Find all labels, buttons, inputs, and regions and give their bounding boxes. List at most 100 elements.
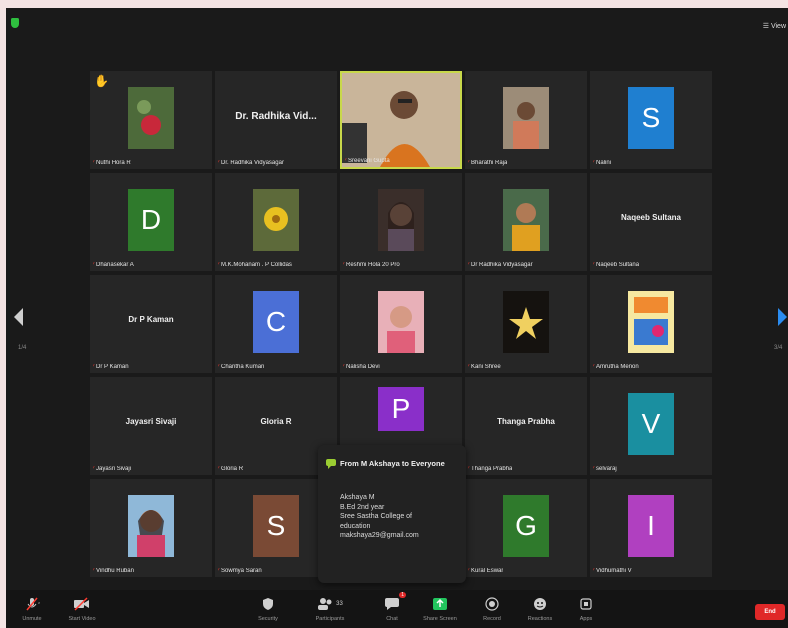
participant-tile[interactable]: ✋ ⁄ Nuthi Hora R — [90, 71, 212, 169]
mic-muted-icon: ⁄ — [343, 262, 345, 268]
mic-muted-icon: ⁄ — [593, 160, 595, 166]
participant-display-name: Dr. Radhika Vid... — [235, 111, 317, 122]
mic-muted-icon: ⁄ — [593, 364, 595, 370]
mic-muted-icon: ⁄ — [93, 160, 95, 166]
svg-text:^: ^ — [38, 602, 40, 608]
reactions-button[interactable]: Reactions — [518, 594, 562, 622]
participant-tile[interactable]: ⁄ Reshmi Hola 20 Pro — [340, 173, 462, 271]
participant-avatar-initial: G — [503, 495, 549, 557]
end-meeting-button[interactable]: End — [755, 604, 785, 620]
participant-avatar-initial: P — [378, 387, 424, 431]
participant-avatar-initial: D — [128, 189, 174, 251]
record-button[interactable]: Record — [470, 594, 514, 622]
participant-tile[interactable]: ⁄ Kani Shree — [465, 275, 587, 373]
participants-icon — [318, 598, 332, 610]
next-page-arrow-icon[interactable] — [778, 308, 787, 326]
participant-name: ⁄ Nuthi Hora R — [93, 160, 131, 166]
share-screen-button[interactable]: Share Screen — [418, 594, 462, 622]
mic-muted-icon: ⁄ — [468, 364, 470, 370]
shield-icon — [263, 598, 273, 610]
participant-tile[interactable]: I ⁄ Vidhumathi V — [590, 479, 712, 577]
mic-muted-icon: ⁄ — [218, 466, 220, 472]
participant-tile[interactable]: Dr. Radhika Vid... ⁄ Dr. Radhika Vidyasag… — [215, 71, 337, 169]
participant-name: ⁄ Nalisha Devi — [343, 364, 380, 370]
chat-bubble-icon — [326, 459, 336, 469]
participant-display-name: Gloria R — [260, 417, 292, 426]
participant-tile[interactable]: G ⁄ Kural Eswar — [465, 479, 587, 577]
chat-line: makshaya29@gmail.com — [340, 532, 419, 539]
reactions-icon — [534, 598, 546, 610]
participant-photo — [378, 291, 424, 353]
mic-muted-icon: ⁄ — [343, 364, 345, 370]
record-icon — [485, 597, 499, 611]
participant-tile[interactable]: Dr P Kaman ⁄ Dr P Kaman — [90, 275, 212, 373]
page-indicator-left: 1/4 — [18, 345, 27, 351]
start-video-button[interactable]: Start Video — [60, 594, 104, 622]
apps-icon — [580, 598, 592, 610]
toolbar-label: Share Screen — [423, 616, 457, 622]
participant-name: ⁄ Kural Eswar — [468, 568, 504, 574]
chat-line: education — [340, 522, 371, 530]
apps-button[interactable]: Apps — [564, 594, 608, 622]
participant-name: ⁄ Bharathi Raja — [468, 160, 508, 166]
view-button[interactable]: ☰ View — [763, 22, 786, 30]
meeting-toolbar: ^ Unmute Start Video Security 33 Partici… — [6, 590, 788, 628]
mic-muted-icon: ⁄ — [468, 262, 470, 268]
top-bar: ☰ View — [6, 8, 788, 38]
page-indicator-right: 3/4 — [774, 345, 783, 351]
participant-tile[interactable]: Thanga Prabha ⁄ Thanga Prabha — [465, 377, 587, 475]
participant-tile[interactable]: ⁄ Bharathi Raja — [465, 71, 587, 169]
encryption-shield-icon[interactable] — [11, 18, 19, 28]
unmute-button[interactable]: ^ Unmute — [10, 594, 54, 622]
toolbar-label: Record — [483, 616, 501, 622]
chat-badge: 1 — [399, 592, 406, 598]
participant-name: ⁄ Dr. Radhika Vidyasagar — [218, 160, 284, 166]
mic-muted-icon: ⁄ — [468, 466, 470, 472]
participant-name: ⁄ Dr P Kaman — [93, 364, 129, 370]
participant-tile[interactable]: Naqeeb Sultana ⁄ Naqeeb Sultana — [590, 173, 712, 271]
participant-name: ⁄ Sowmya Saran — [218, 568, 262, 574]
mic-muted-icon: ⁄ — [218, 364, 220, 370]
chat-button[interactable]: 1 Chat — [370, 592, 414, 622]
participant-display-name: Jayasri Sivaji — [125, 417, 177, 426]
participant-tile[interactable]: ⁄ Nalisha Devi — [340, 275, 462, 373]
participant-photo — [378, 189, 424, 251]
chat-message-body: Akshaya M B.Ed 2nd year Sree Sastha Coll… — [340, 493, 460, 541]
mic-muted-icon: ⁄ — [93, 568, 95, 574]
participant-tile[interactable]: D ⁄ Dhanasekar A — [90, 173, 212, 271]
mic-muted-icon: ⁄ — [93, 262, 95, 268]
participant-tile[interactable]: ⁄ M.K.Mohanam . P Collidas — [215, 173, 337, 271]
raised-hand-icon: ✋ — [94, 74, 109, 88]
participant-name: ⁄ Amrutha Menon — [593, 364, 639, 370]
participant-tile[interactable]: Jayasri Sivaji ⁄ Jayasri Sivaji — [90, 377, 212, 475]
participant-tile[interactable]: S ⁄ Nalini — [590, 71, 712, 169]
participant-name: ⁄ Charitha Kumari — [218, 364, 265, 370]
chat-message-popup[interactable]: From M Akshaya to Everyone Akshaya M B.E… — [318, 445, 466, 583]
toolbar-label: Start Video — [68, 616, 96, 622]
participant-photo — [128, 495, 174, 557]
participant-avatar-initial: V — [628, 393, 674, 455]
participant-tile-active-speaker[interactable]: ⁄ Sreevani Gupta — [340, 71, 462, 169]
chat-icon — [385, 598, 399, 610]
mic-muted-icon: ⁄ — [218, 262, 220, 268]
mic-muted-icon: ⁄ — [93, 364, 95, 370]
participant-avatar-initial: C — [253, 291, 299, 353]
participant-tile[interactable]: ⁄ Amrutha Menon — [590, 275, 712, 373]
participant-name: ⁄ selvaraj — [593, 466, 617, 472]
mic-muted-icon: ⁄ — [345, 158, 347, 164]
participant-tile[interactable]: ⁄ Vindhu Ruban — [90, 479, 212, 577]
participant-tile[interactable]: V ⁄ selvaraj — [590, 377, 712, 475]
mic-muted-icon: ⁄ — [218, 568, 220, 574]
participant-display-name: Thanga Prabha — [497, 417, 555, 426]
mic-muted-icon: ⁄ — [468, 568, 470, 574]
participants-button[interactable]: 33 Participants — [308, 594, 352, 622]
security-button[interactable]: Security — [246, 594, 290, 622]
prev-page-arrow-icon[interactable] — [14, 308, 23, 326]
toolbar-label: Participants — [315, 616, 345, 622]
participant-tile[interactable]: C ⁄ Charitha Kumari — [215, 275, 337, 373]
mic-muted-icon: ⁄ — [593, 262, 595, 268]
mic-muted-icon: ⁄ — [93, 466, 95, 472]
participant-tile[interactable]: ⁄ Dr Radhika Vidyasagar — [465, 173, 587, 271]
participant-photo — [503, 189, 549, 251]
chat-line: Akshaya M — [340, 494, 375, 501]
